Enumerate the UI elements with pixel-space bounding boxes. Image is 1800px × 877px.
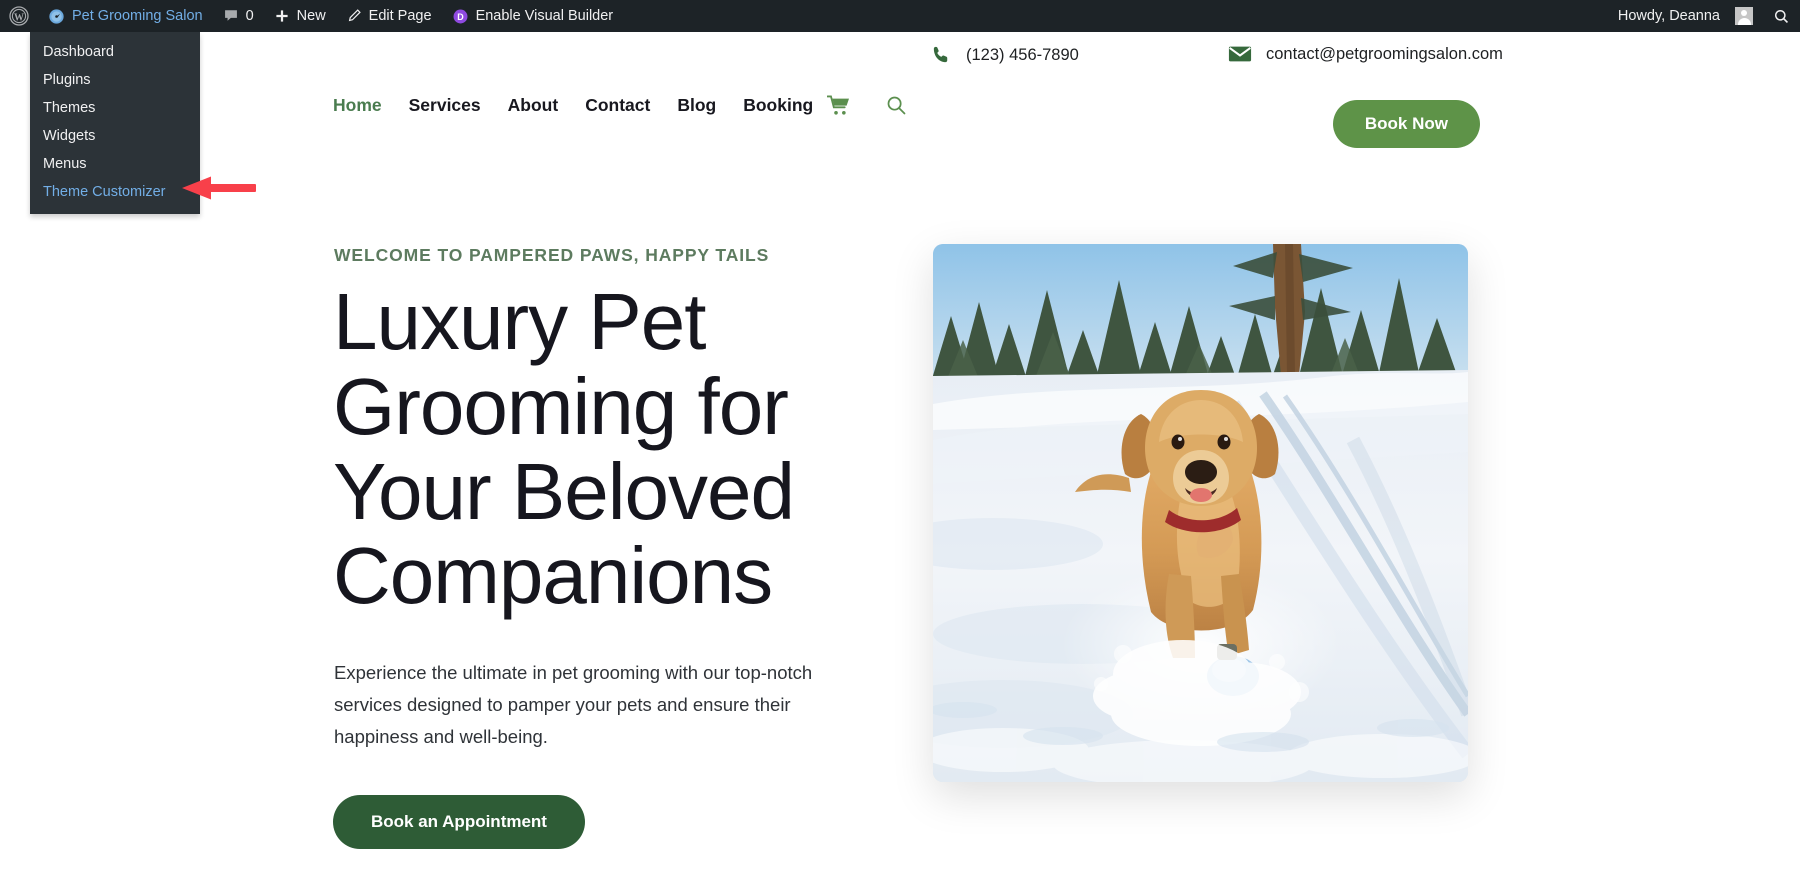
pencil-icon	[346, 8, 362, 24]
admin-bar-right-group: Howdy, Deanna	[1608, 0, 1800, 32]
wordpress-logo-icon: W	[9, 6, 29, 26]
admin-bar-howdy-label: Howdy, Deanna	[1617, 8, 1720, 24]
wp-admin-bar: W Pet Grooming Salon 0 New Edit Page D E…	[0, 0, 1800, 32]
divi-badge-icon: D	[452, 8, 469, 25]
admin-bar-comments[interactable]: 0	[213, 0, 264, 32]
admin-bar-my-account[interactable]: Howdy, Deanna	[1608, 0, 1763, 32]
search-icon	[1773, 8, 1790, 25]
primary-nav: Home Services About Contact Blog Booking	[333, 95, 907, 116]
book-now-button[interactable]: Book Now	[1332, 100, 1480, 148]
header-email[interactable]: contact@petgroomingsalon.com	[1228, 44, 1503, 64]
admin-bar-site-name[interactable]: Pet Grooming Salon	[38, 0, 213, 32]
dropdown-item-dashboard[interactable]: Dashboard	[30, 38, 200, 66]
admin-bar-site-name-label: Pet Grooming Salon	[72, 8, 203, 24]
hero-image-dog-in-snow	[933, 244, 1468, 782]
header-phone-text: (123) 456-7890	[966, 45, 1079, 64]
red-arrow-annotation	[182, 175, 256, 201]
nav-item-blog[interactable]: Blog	[677, 95, 716, 116]
book-appointment-button[interactable]: Book an Appointment	[333, 795, 585, 849]
admin-bar-new-content[interactable]: New	[264, 0, 336, 32]
dropdown-item-widgets[interactable]: Widgets	[30, 122, 200, 150]
dropdown-item-menus[interactable]: Menus	[30, 150, 200, 178]
envelope-icon	[1228, 44, 1252, 64]
svg-text:W: W	[14, 12, 24, 23]
admin-bar-search-button[interactable]	[1763, 0, 1800, 32]
admin-bar-edit-page[interactable]: Edit Page	[336, 0, 442, 32]
hero-paragraph: Experience the ultimate in pet grooming …	[334, 662, 813, 747]
svg-text:D: D	[457, 11, 464, 21]
header-email-text: contact@petgroomingsalon.com	[1266, 44, 1503, 63]
admin-bar-enable-visual-builder[interactable]: D Enable Visual Builder	[442, 0, 624, 32]
admin-bar-new-label: New	[296, 8, 326, 24]
search-icon[interactable]	[886, 95, 907, 116]
nav-item-contact[interactable]: Contact	[585, 95, 650, 116]
dropdown-item-theme-customizer[interactable]: Theme Customizer	[30, 178, 200, 206]
site-contact-bar: (123) 456-7890 contact@petgroomingsalon.…	[0, 32, 1800, 80]
cart-icon[interactable]	[827, 95, 850, 116]
site-navigation-bar: Home Services About Contact Blog Booking…	[0, 80, 1800, 150]
hero-eyebrow-text: WELCOME TO PAMPERED PAWS, HAPPY TAILS	[334, 245, 770, 265]
admin-bar-site-dropdown-menu[interactable]: Dashboard Plugins Themes Widgets Menus T…	[30, 32, 200, 214]
dropdown-item-plugins[interactable]: Plugins	[30, 66, 200, 94]
hero-title: Luxury Pet Grooming for Your Beloved Com…	[333, 277, 795, 621]
hero-section: WELCOME TO PAMPERED PAWS, HAPPY TAILS Lu…	[0, 150, 1800, 877]
dropdown-item-themes[interactable]: Themes	[30, 94, 200, 122]
phone-icon	[930, 44, 952, 66]
header-phone[interactable]: (123) 456-7890	[930, 44, 1079, 66]
dashboard-icon	[48, 8, 65, 25]
nav-item-booking[interactable]: Booking	[743, 95, 813, 116]
nav-item-home[interactable]: Home	[333, 95, 382, 116]
admin-bar-edit-page-label: Edit Page	[368, 8, 432, 24]
nav-item-services[interactable]: Services	[409, 95, 481, 116]
admin-bar-comments-count: 0	[245, 8, 254, 24]
nav-item-about[interactable]: About	[508, 95, 559, 116]
comment-bubble-icon	[223, 8, 239, 24]
plus-icon	[274, 8, 290, 24]
admin-bar-visual-builder-label: Enable Visual Builder	[475, 8, 614, 24]
avatar	[1735, 7, 1753, 25]
wordpress-logo-button[interactable]: W	[0, 0, 38, 32]
